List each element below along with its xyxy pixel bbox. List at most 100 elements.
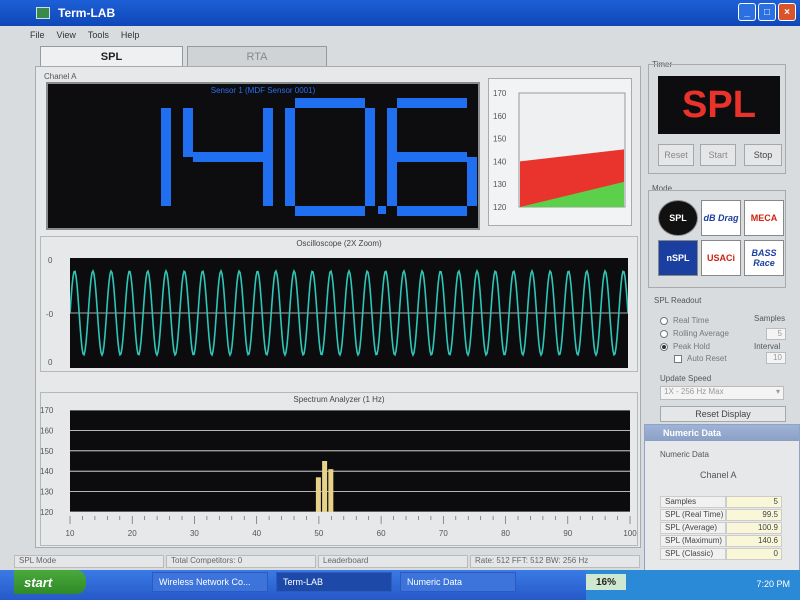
spectrum-x-tick-label: 50 (314, 529, 323, 538)
row-key: SPL (Average) (660, 522, 726, 534)
task-numeric-data[interactable]: Numeric Data (400, 572, 516, 592)
numeric-row: SPL (Classic) 0 (660, 548, 782, 560)
numeric-row: Samples 5 (660, 496, 782, 508)
radio-label: Peak Hold (673, 342, 710, 351)
row-key: SPL (Classic) (660, 548, 726, 560)
digit-segment (387, 157, 397, 206)
chevron-down-icon: ▾ (775, 387, 780, 396)
start-button[interactable]: Start (700, 144, 736, 166)
osc-y-tick: 0 (48, 358, 53, 367)
samples-label: Samples (754, 314, 786, 323)
spectrum-axes: 170 160 150 140 130 120 10 20 30 40 50 60 70 80 90 100 (40, 406, 637, 538)
digit-segment (397, 98, 467, 108)
radio-real-time[interactable]: Real Time (660, 316, 709, 325)
meca-logo-button[interactable]: MECA (744, 200, 784, 236)
digit-segment (467, 157, 477, 206)
meter-tick-label: 150 (493, 135, 507, 144)
menu-file[interactable]: File (30, 30, 45, 44)
row-key: Samples (660, 496, 726, 508)
system-tray: 16% 7:20 PM (586, 570, 800, 600)
digit-segment (365, 157, 375, 206)
decimal-point (378, 206, 386, 214)
digit-segment (161, 108, 171, 157)
tab-spl[interactable]: SPL (40, 46, 183, 66)
stop-button[interactable]: Stop (744, 144, 782, 166)
digit-segment (193, 152, 263, 162)
app-icon (36, 7, 50, 19)
row-key: SPL (Real Time) (660, 509, 726, 521)
radio-circle[interactable] (660, 329, 668, 338)
row-value: 0 (726, 548, 782, 560)
reset-button[interactable]: Reset (658, 144, 694, 166)
row-value: 99.5 (726, 509, 782, 521)
status-mode: SPL Mode (14, 555, 164, 568)
numeric-title-bar: Numeric Data (645, 425, 799, 441)
meter-tick-label: 140 (493, 157, 507, 166)
spl-logo-button[interactable]: SPL (658, 200, 698, 236)
meter-tick-label: 120 (493, 203, 507, 212)
numeric-row: SPL (Real Time) 99.5 (660, 509, 782, 521)
maximize-button[interactable]: □ (758, 3, 776, 21)
nspl-logo-button[interactable]: nSPL (658, 240, 698, 276)
spectrum-x-tick-label: 40 (252, 529, 261, 538)
minimize-button[interactable]: _ (738, 3, 756, 21)
start-button[interactable]: start (14, 570, 86, 594)
interval-label: Interval (754, 342, 781, 351)
update-speed-label: Update Speed (660, 374, 712, 383)
bassrace-logo-button[interactable]: BASS Race (744, 240, 784, 276)
spectrum-x-tick-label: 60 (377, 529, 386, 538)
update-speed-select[interactable]: 1X - 256 Hz Max ▾ (660, 386, 784, 400)
spectrum-x-tick-label: 100 (623, 529, 637, 538)
channel-label: Chanel A (44, 72, 77, 81)
auto-reset-checkbox[interactable]: Auto Reset (674, 354, 727, 363)
menu-bar: File View Tools Help (30, 30, 139, 44)
spl-reading-display: Sensor 1 (MDF Sensor 0001) (46, 82, 480, 230)
radio-rolling-average[interactable]: Rolling Average (660, 329, 729, 338)
digit-segment (285, 108, 295, 157)
numeric-section-label: Numeric Data (660, 450, 709, 459)
menu-help[interactable]: Help (121, 30, 140, 44)
spectrum-x-tick-label: 80 (501, 529, 510, 538)
task-termlab[interactable]: Term-LAB (276, 572, 392, 592)
interval-input[interactable]: 10 (766, 352, 786, 364)
row-key: SPL (Maximum) (660, 535, 726, 547)
usaci-logo-button[interactable]: USACi (701, 240, 741, 276)
status-competitors: Total Competitors: 0 (166, 555, 316, 568)
row-value: 140.6 (726, 535, 782, 547)
digit-segment (263, 108, 273, 157)
checkbox-box[interactable] (674, 354, 682, 363)
tab-rta[interactable]: RTA (187, 46, 327, 66)
oscilloscope-screen (69, 258, 629, 368)
digit-segment (161, 157, 171, 206)
osc-y-tick: 0 (48, 256, 53, 265)
numeric-channel-label: Chanel A (700, 470, 737, 480)
digit-segment (397, 206, 467, 216)
update-speed-value: 1X - 256 Hz Max (664, 387, 724, 396)
checkbox-label: Auto Reset (687, 354, 727, 363)
task-wireless[interactable]: Wireless Network Co... (152, 572, 268, 592)
radio-label: Rolling Average (673, 329, 729, 338)
digit-segment (295, 98, 365, 108)
digit-segment (263, 157, 273, 206)
menu-view[interactable]: View (57, 30, 76, 44)
spectrum-x-tick-label: 20 (128, 529, 137, 538)
radio-label: Real Time (673, 316, 710, 325)
reset-display-button[interactable]: Reset Display (660, 406, 786, 422)
readout-label: SPL Readout (654, 296, 702, 305)
close-button[interactable]: × (778, 3, 796, 21)
status-bar: SPL Mode Total Competitors: 0 Leaderboar… (14, 555, 654, 568)
status-leaderboard: Leaderboard (318, 555, 468, 568)
digit-segment (295, 206, 365, 216)
radio-circle[interactable] (660, 316, 668, 325)
desktop-screen: Term-LAB _ □ × File View Tools Help SPL … (0, 0, 800, 600)
samples-input[interactable]: 5 (766, 328, 786, 340)
dbdrag-logo-button[interactable]: dB Drag (701, 200, 741, 236)
status-rate: Rate: 512 FFT: 512 BW: 256 Hz (470, 555, 640, 568)
radio-circle[interactable] (660, 342, 668, 351)
numeric-row: SPL (Maximum) 140.6 (660, 535, 782, 547)
level-meter: 170 160 150 140 130 120 (488, 78, 632, 226)
menu-tools[interactable]: Tools (88, 30, 109, 44)
meter-tick-label: 130 (493, 180, 507, 189)
radio-peak-hold[interactable]: Peak Hold (660, 342, 710, 351)
timer-display: SPL (658, 76, 780, 134)
